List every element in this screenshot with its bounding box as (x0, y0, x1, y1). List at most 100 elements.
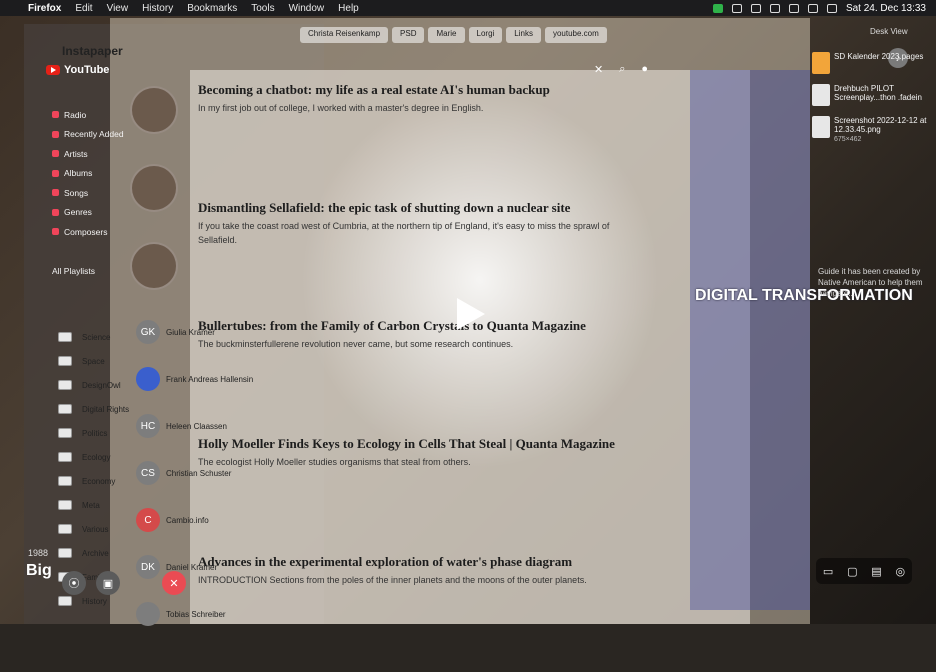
sidebar-item-recently-added[interactable]: Recently Added (52, 128, 124, 141)
layout-icon[interactable]: ▭ (823, 565, 833, 578)
sidebar-item-label: Artists (64, 148, 88, 159)
browser-tab[interactable]: Links (506, 27, 541, 43)
folder-item[interactable]: Ecology (58, 450, 129, 464)
sidebar-item-all-playlists[interactable]: All Playlists (52, 265, 124, 278)
avatar: DK (136, 555, 160, 579)
article-item[interactable]: Dismantling Sellafield: the epic task of… (198, 200, 618, 318)
browser-tab[interactable]: PSD (392, 27, 425, 43)
folder-item[interactable]: Science (58, 330, 129, 344)
article-title[interactable]: Dismantling Sellafield: the epic task of… (198, 200, 618, 216)
youtube-header[interactable]: YouTube (46, 64, 109, 76)
folder-icon (58, 332, 72, 342)
browser-tab[interactable]: Lorgi (468, 27, 503, 43)
sidebar-item-radio[interactable]: Radio (52, 108, 124, 121)
bluetooth-icon[interactable] (788, 3, 799, 13)
sidebar-item-songs[interactable]: Songs (52, 186, 124, 199)
folder-item[interactable]: Politics (58, 426, 129, 440)
browser-tab[interactable]: Marie (428, 27, 465, 43)
battery-icon[interactable] (807, 3, 818, 13)
menu-history[interactable]: History (142, 3, 173, 14)
video-thumbnail[interactable] (130, 242, 178, 290)
article-item[interactable]: Holly Moeller Finds Keys to Ecology in C… (198, 436, 618, 554)
control-center-icon[interactable] (826, 3, 837, 13)
article-title[interactable]: Holly Moeller Finds Keys to Ecology in C… (198, 436, 618, 452)
avatar: GK (136, 320, 160, 344)
desktop-file[interactable]: SD Kalender 2023.pages (812, 52, 932, 74)
folder-label: Digital Rights (82, 404, 130, 414)
article-summary: The ecologist Holly Moeller studies orga… (198, 457, 471, 467)
sidebar-item-label: Albums (64, 168, 93, 178)
network-icon[interactable] (750, 3, 761, 13)
folder-icon (58, 452, 72, 462)
article-item[interactable]: Becoming a chatbot: my life as a real es… (198, 82, 618, 200)
sidebar-item-albums[interactable]: Albums (52, 167, 124, 180)
camera-button[interactable]: ⦿ (62, 571, 86, 595)
desktop-file[interactable]: Drehbuch PILOT Screenplay...thon .fadein (812, 84, 932, 106)
youtube-logo-icon (46, 65, 60, 75)
folder-icon (58, 356, 72, 366)
folder-item[interactable]: Archive (58, 546, 129, 560)
menu-help[interactable]: Help (338, 3, 359, 14)
message-icon[interactable] (731, 3, 742, 13)
menu-tools[interactable]: Tools (251, 3, 274, 14)
pages-document-icon (812, 52, 830, 74)
end-call-button[interactable]: ✕ (162, 571, 186, 595)
clock-icon[interactable] (769, 3, 780, 13)
note-icon (52, 189, 59, 196)
folder-icon (58, 524, 72, 534)
radio-icon (52, 111, 59, 118)
browser-tab[interactable]: Christa Reisenkamp (300, 27, 389, 43)
folder-label: Archive (82, 548, 109, 558)
album-icon (52, 169, 59, 177)
document-icon (812, 84, 830, 106)
browser-tab[interactable]: youtube.com (544, 27, 607, 43)
article-list: Becoming a chatbot: my life as a real es… (198, 82, 618, 672)
sidebar-item-label: Genres (64, 207, 92, 217)
close-icon[interactable]: ✕ (594, 63, 603, 76)
status-app-icon[interactable] (712, 3, 723, 13)
video-thumbnail[interactable] (130, 86, 178, 134)
folder-item[interactable]: Digital Rights (58, 402, 129, 416)
search-icon[interactable]: ⌕ (619, 63, 625, 76)
screen-share-button[interactable]: ▣ (96, 571, 120, 595)
article-item[interactable]: Bullertubes: from the Family of Carbon C… (198, 318, 618, 436)
folder-item[interactable]: Meta (58, 498, 129, 512)
folder-icon (58, 500, 72, 510)
file-name: SD Kalender 2023.pages (834, 52, 924, 61)
app-menu[interactable]: Firefox (28, 3, 61, 14)
folder-label: Ecology (82, 452, 111, 462)
folder-item[interactable]: Economy (58, 474, 129, 488)
sidebar-item-genres[interactable]: Genres (52, 206, 124, 219)
article-title[interactable]: Bullertubes: from the Family of Carbon C… (198, 318, 618, 334)
file-name: Drehbuch PILOT Screenplay...thon .fadein (834, 84, 922, 102)
date-time[interactable]: Sat 24. Dec 13:33 (846, 3, 926, 14)
folder-icon (58, 380, 72, 390)
message-icon[interactable]: ▤ (871, 565, 881, 578)
desk-view-label[interactable]: Desk View (870, 27, 908, 36)
sidebar-item-composers[interactable]: Composers (52, 225, 124, 238)
menu-window[interactable]: Window (289, 3, 325, 14)
microphone-icon[interactable]: ● (641, 63, 648, 76)
video-thumbnail[interactable] (130, 164, 178, 212)
music-sidebar: Radio Recently Added Artists Albums Song… (52, 108, 124, 278)
settings-icon[interactable]: ◎ (895, 565, 905, 578)
folder-item[interactable]: DesignOwl (58, 378, 129, 392)
menu-bar: Firefox Edit View History Bookmarks Tool… (0, 0, 936, 16)
folder-item[interactable]: History (58, 594, 129, 608)
menu-edit[interactable]: Edit (75, 3, 92, 14)
folder-label: DesignOwl (82, 380, 121, 390)
desktop-file[interactable]: Screenshot 2022-12-12 at 12.33.45.png 675… (812, 116, 932, 143)
sidebar-item-artists[interactable]: Artists (52, 147, 124, 160)
folder-icon (58, 428, 72, 438)
article-title[interactable]: Advances in the experimental exploration… (198, 554, 618, 570)
folder-item[interactable]: Space (58, 354, 129, 368)
menu-view[interactable]: View (107, 3, 129, 14)
folder-item[interactable]: Various (58, 522, 129, 536)
article-title[interactable]: Becoming a chatbot: my life as a real es… (198, 82, 618, 98)
folder-list: Science Space DesignOwl Digital Rights P… (58, 330, 129, 608)
article-item[interactable]: Advances in the experimental exploration… (198, 554, 618, 672)
play-icon[interactable] (445, 292, 489, 336)
menu-bookmarks[interactable]: Bookmarks (187, 3, 237, 14)
big-label: Big (26, 562, 52, 579)
camera-icon[interactable]: ▢ (847, 565, 857, 578)
